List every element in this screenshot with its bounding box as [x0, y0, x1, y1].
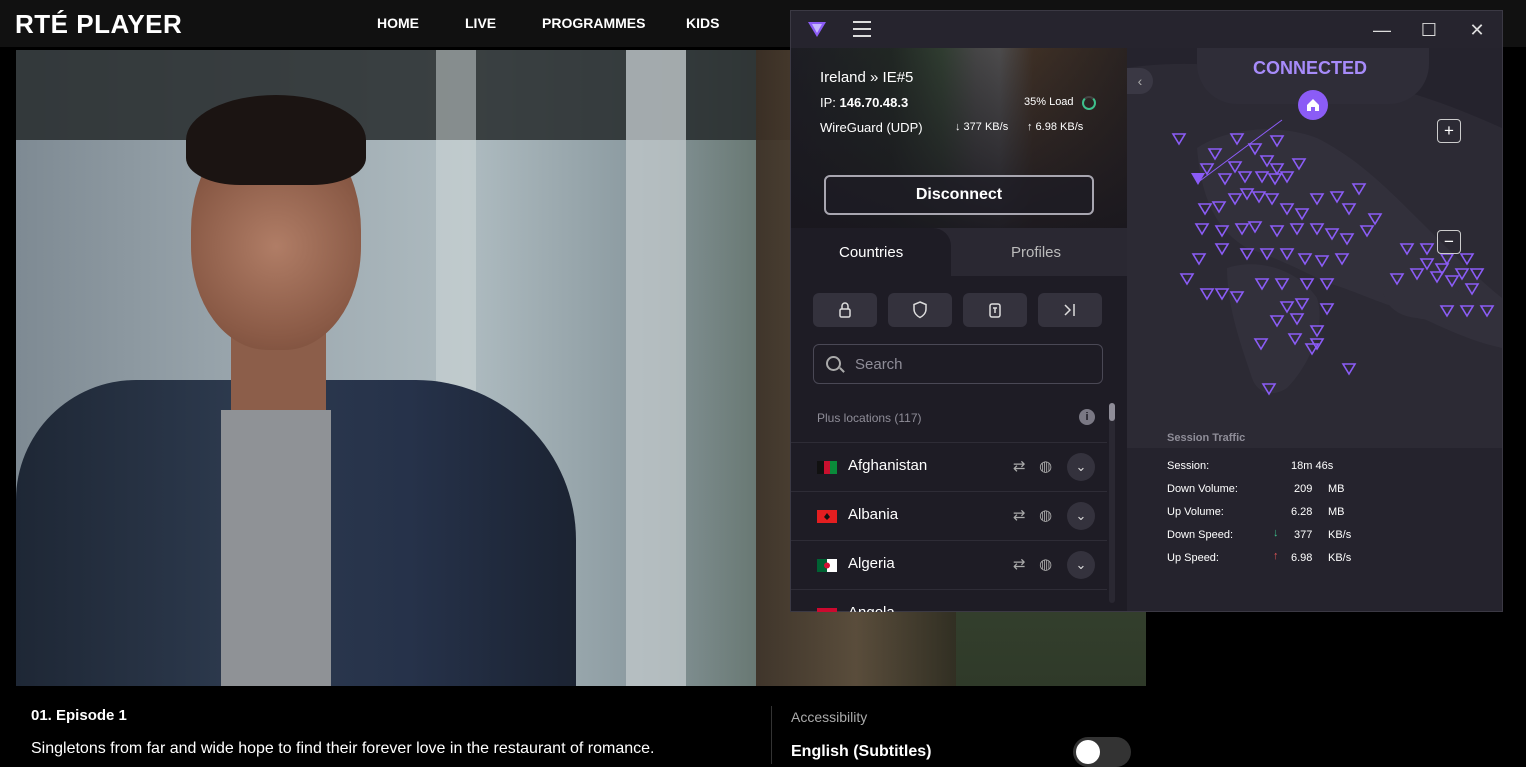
ip-address: IP: 146.70.48.3 [820, 95, 909, 110]
shield-icon [913, 301, 927, 319]
zoom-in-button[interactable]: + [1437, 119, 1461, 143]
session-traffic-title: Session Traffic [1167, 432, 1246, 444]
nav-home[interactable]: HOME [377, 15, 419, 31]
rte-logo[interactable]: RTÉ PLAYER [15, 9, 182, 40]
traffic-value-up-volume: 6.28 [1291, 506, 1313, 518]
tab-bar: Countries Profiles [791, 228, 1127, 276]
nav-live[interactable]: LIVE [465, 15, 496, 31]
episode-description: Singletons from far and wide hope to fin… [31, 740, 655, 757]
load-ring-icon [1082, 96, 1096, 110]
traffic-value-down-volume: 209 [1294, 483, 1313, 495]
connection-card: Ireland » IE#5 IP: 146.70.48.3 35% Load … [791, 48, 1127, 228]
country-row-albania[interactable]: Albania ⇄ ◍ ⌄ [791, 491, 1107, 540]
secure-core-filter-button[interactable] [813, 293, 877, 327]
country-name: Albania [848, 506, 899, 523]
tor-filter-button[interactable] [963, 293, 1027, 327]
disconnect-button[interactable]: Disconnect [824, 175, 1094, 215]
plus-locations-label: Plus locations (117) [817, 411, 922, 425]
traffic-label-up-volume: Up Volume: [1167, 506, 1224, 518]
country-row-angola[interactable]: Angola [791, 589, 1107, 612]
home-location-icon[interactable] [1298, 90, 1328, 120]
country-row-algeria[interactable]: Algeria ⇄ ◍ ⌄ [791, 540, 1107, 589]
vpn-titlebar[interactable]: — ☐ ✕ [791, 11, 1502, 48]
globe-icon: ◍ [1039, 458, 1053, 475]
collapse-map-button[interactable]: ‹ [1127, 68, 1153, 94]
country-name: Angola [848, 604, 895, 612]
flag-afghanistan-icon [817, 461, 837, 474]
toggle-knob [1076, 740, 1100, 764]
nav-programmes[interactable]: PROGRAMMES [542, 15, 645, 31]
tor-icon [989, 303, 1001, 318]
zoom-out-button[interactable]: − [1437, 230, 1461, 254]
protocol: WireGuard (UDP) [820, 120, 923, 135]
connection-status: CONNECTED [1253, 58, 1368, 78]
hamburger-menu-icon[interactable] [853, 21, 871, 37]
down-arrow-icon: ↓ [1273, 527, 1279, 539]
home-icon [1307, 99, 1319, 111]
netshield-filter-button[interactable] [888, 293, 952, 327]
country-row-afghanistan[interactable]: Afghanistan ⇄ ◍ ⌄ [791, 442, 1107, 491]
episode-title: 01. Episode 1 [31, 707, 127, 724]
vpn-map-panel: ‹ CONNECTED + − Session Traffic Session:… [1127, 48, 1502, 611]
traffic-label-down-volume: Down Volume: [1167, 483, 1238, 495]
download-speed: ↓ 377 KB/s [955, 121, 1009, 133]
globe-icon: ◍ [1039, 556, 1053, 573]
video-person-shirt [221, 410, 331, 686]
traffic-unit: KB/s [1328, 552, 1352, 564]
minimize-button[interactable]: — [1371, 19, 1393, 41]
traffic-unit: MB [1328, 483, 1345, 495]
server-location: Ireland » IE#5 [820, 69, 914, 86]
accessibility-label: Accessibility [791, 709, 868, 725]
traffic-unit: MB [1328, 506, 1345, 518]
info-icon[interactable]: i [1079, 409, 1095, 425]
traffic-label-session: Session: [1167, 460, 1210, 472]
traffic-label-up-speed: Up Speed: [1167, 552, 1219, 564]
vpn-logo-icon [808, 22, 826, 37]
search-placeholder[interactable]: Search [855, 356, 903, 373]
subtitle-language: English (Subtitles) [791, 743, 932, 760]
traffic-value-up-speed: 6.98 [1291, 552, 1313, 564]
p2p-icon [1064, 304, 1075, 316]
globe-icon: ◍ [1039, 507, 1053, 524]
video-person-hair [186, 95, 366, 185]
video-background [626, 50, 686, 686]
server-load: 35% Load [1024, 96, 1074, 108]
country-name: Afghanistan [848, 457, 928, 474]
traffic-value-down-speed: 377 [1294, 529, 1313, 541]
search-icon [826, 356, 841, 371]
maximize-button[interactable]: ☐ [1418, 19, 1440, 41]
close-button[interactable]: ✕ [1466, 19, 1488, 41]
expand-chevron-icon[interactable]: ⌄ [1067, 502, 1095, 530]
flag-albania-icon [817, 510, 837, 523]
traffic-label-down-speed: Down Speed: [1167, 529, 1234, 541]
nav-kids[interactable]: KIDS [686, 15, 719, 31]
upload-speed: ↑ 6.98 KB/s [1027, 121, 1084, 133]
p2p-filter-button[interactable] [1038, 293, 1102, 327]
vpn-sidebar: Ireland » IE#5 IP: 146.70.48.3 35% Load … [791, 48, 1127, 612]
scroll-thumb[interactable] [1109, 403, 1115, 421]
search-field[interactable]: Search [813, 344, 1103, 384]
p2p-arrows-icon: ⇄ [1013, 556, 1026, 573]
p2p-arrows-icon: ⇄ [1013, 458, 1026, 475]
up-arrow-icon: ↑ [1273, 550, 1279, 562]
tab-profiles[interactable]: Profiles [1011, 244, 1061, 261]
flag-angola-icon [817, 608, 837, 612]
traffic-value-session: 18m 46s [1291, 460, 1334, 472]
tab-countries-label[interactable]: Countries [839, 244, 903, 261]
list-scrollbar[interactable] [1109, 403, 1115, 603]
country-name: Algeria [848, 555, 895, 572]
flag-algeria-icon [817, 559, 837, 572]
lock-icon [839, 302, 851, 318]
p2p-arrows-icon: ⇄ [1013, 507, 1026, 524]
traffic-unit: KB/s [1328, 529, 1352, 541]
divider [771, 706, 772, 764]
subtitles-toggle[interactable] [1073, 737, 1131, 767]
vpn-window: — ☐ ✕ Ireland » IE#5 IP: 146.70.48.3 35%… [790, 10, 1503, 612]
expand-chevron-icon[interactable]: ⌄ [1067, 551, 1095, 579]
expand-chevron-icon[interactable]: ⌄ [1067, 453, 1095, 481]
